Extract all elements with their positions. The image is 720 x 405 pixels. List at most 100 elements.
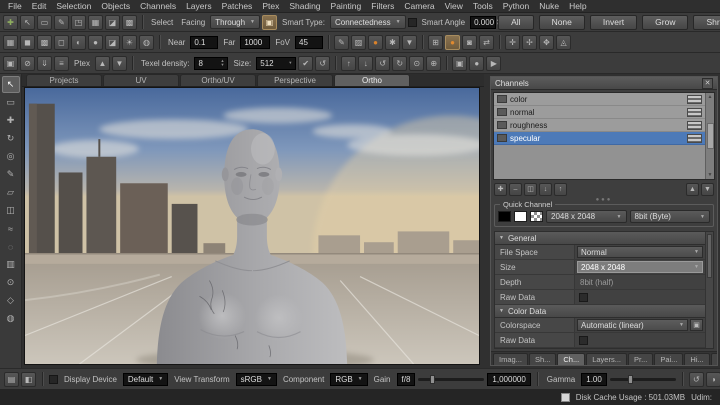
channel-row[interactable]: specular: [494, 132, 705, 145]
menu-item[interactable]: Ptex: [257, 1, 284, 11]
fill-select-icon[interactable]: ▩: [122, 15, 137, 30]
far-input[interactable]: 1000: [240, 36, 270, 49]
play-icon[interactable]: ▶: [486, 56, 501, 71]
display-device-dropdown[interactable]: Default▼: [123, 373, 168, 386]
viewport-tab[interactable]: Ortho: [334, 74, 410, 86]
record-icon[interactable]: ●: [469, 56, 484, 71]
shader-sphere-icon[interactable]: ●: [368, 35, 383, 50]
ptex-increase-icon[interactable]: ▲: [95, 56, 110, 71]
shadows-toggle-icon[interactable]: ◪: [105, 35, 120, 50]
view-transform-dropdown[interactable]: sRGB▼: [236, 373, 277, 386]
channels-panel-header[interactable]: Channels ✕: [491, 77, 717, 90]
size-dropdown[interactable]: 2048 x 2048▼: [577, 261, 703, 273]
group-mask-data[interactable]: ▼ Mask Data: [495, 348, 705, 349]
add-channel-icon[interactable]: ✚: [494, 183, 507, 196]
all-button[interactable]: All: [498, 15, 533, 30]
viewport-tab[interactable]: Projects: [26, 74, 102, 86]
viewport-tab[interactable]: UV: [103, 74, 179, 86]
gamma-input[interactable]: 1.00: [581, 373, 607, 386]
ptex-decrease-icon[interactable]: ▼: [112, 56, 127, 71]
panel-tab[interactable]: Layers...: [586, 353, 627, 365]
panel-tab[interactable]: Imag...: [493, 353, 528, 365]
pan-down-icon[interactable]: ↓: [358, 56, 373, 71]
properties-scrollbar[interactable]: [705, 232, 713, 348]
texel-density-input[interactable]: 8 ▲▼: [194, 57, 228, 70]
smart-type-dropdown[interactable]: Connectedness▼: [330, 15, 406, 29]
select-through-toggle-icon[interactable]: ▣: [262, 15, 277, 30]
smear-tool[interactable]: ≈: [2, 220, 20, 237]
menu-item[interactable]: Patches: [217, 1, 258, 11]
full-lighting-icon[interactable]: ●: [88, 35, 103, 50]
flat-lighting-icon[interactable]: ◻: [54, 35, 69, 50]
remove-channel-icon[interactable]: –: [509, 183, 522, 196]
eraser-tool[interactable]: ▱: [2, 184, 20, 201]
import-channel-icon[interactable]: ↓: [539, 183, 552, 196]
move-channel-up-icon[interactable]: ▲: [686, 183, 699, 196]
menu-item[interactable]: Camera: [399, 1, 439, 11]
menu-item[interactable]: Help: [564, 1, 591, 11]
panel-tab[interactable]: Col...: [711, 353, 717, 365]
channel-row[interactable]: color: [494, 93, 705, 106]
scroll-thumb[interactable]: [707, 123, 714, 149]
zoom-tool[interactable]: ◎: [2, 148, 20, 165]
paint-buffer-icon[interactable]: ▣: [3, 56, 18, 71]
channel-list-scrollbar[interactable]: ▲ ▼: [705, 93, 714, 179]
select-patches-icon[interactable]: ▦: [88, 15, 103, 30]
menu-item[interactable]: Nuke: [534, 1, 564, 11]
invert-button[interactable]: Invert: [590, 15, 637, 30]
raw-data-checkbox[interactable]: [579, 336, 588, 345]
mask-tool[interactable]: ◍: [2, 310, 20, 327]
add-icon[interactable]: ✚: [3, 15, 18, 30]
slider-handle[interactable]: [628, 375, 633, 384]
smart-angle-checkbox[interactable]: [408, 18, 417, 27]
basic-lighting-icon[interactable]: ◐: [71, 35, 86, 50]
gain-slider[interactable]: [418, 378, 484, 381]
size-dropdown[interactable]: 512 ▼: [256, 57, 296, 70]
bake-icon[interactable]: ▼: [402, 35, 417, 50]
move-channel-down-icon[interactable]: ▼: [701, 183, 714, 196]
menu-item[interactable]: Filters: [366, 1, 399, 11]
fstop-field[interactable]: f/8: [397, 373, 416, 386]
3d-viewport[interactable]: [24, 87, 480, 365]
frame-all-icon[interactable]: ⊙: [409, 56, 424, 71]
display-device-checkbox[interactable]: [49, 375, 58, 384]
lut-icon[interactable]: ◧: [21, 372, 36, 387]
focus-selected-icon[interactable]: ⊕: [426, 56, 441, 71]
channel-row[interactable]: roughness: [494, 119, 705, 132]
transparent-swatch[interactable]: [530, 211, 543, 222]
select-faces-icon[interactable]: ◪: [105, 15, 120, 30]
menu-item[interactable]: Tools: [468, 1, 498, 11]
gradient-tool[interactable]: ▥: [2, 256, 20, 273]
colorspace-options-icon[interactable]: ▣: [690, 319, 703, 331]
menu-item[interactable]: Layers: [181, 1, 217, 11]
quick-depth-dropdown[interactable]: 8bit (Byte)▼: [630, 210, 711, 223]
reset-density-icon[interactable]: ↺: [315, 56, 330, 71]
projection-icon[interactable]: ⊞: [428, 35, 443, 50]
scroll-up-icon[interactable]: ▲: [708, 94, 713, 100]
group-general[interactable]: ▼ General: [495, 232, 705, 245]
blur-tool[interactable]: ◌: [2, 238, 20, 255]
menu-item[interactable]: Selection: [51, 1, 96, 11]
apply-density-icon[interactable]: ✔: [298, 56, 313, 71]
component-dropdown[interactable]: RGB▼: [330, 373, 367, 386]
paint-through-icon[interactable]: ▨: [351, 35, 366, 50]
shader-settings-icon[interactable]: ✱: [385, 35, 400, 50]
clear-buffer-icon[interactable]: ⊘: [20, 56, 35, 71]
panel-tab[interactable]: Pr...: [628, 353, 653, 365]
current-shader-icon[interactable]: ●: [445, 35, 460, 50]
select-cursor-icon[interactable]: ↖: [20, 15, 35, 30]
snapshot-icon[interactable]: ▣: [452, 56, 467, 71]
paint-brush-tool[interactable]: ✎: [2, 166, 20, 183]
select-objects-icon[interactable]: ◳: [71, 15, 86, 30]
gamma-slider[interactable]: [610, 378, 676, 381]
mirror-projection-icon[interactable]: ⇄: [479, 35, 494, 50]
viewport-tab[interactable]: Perspective: [257, 74, 333, 86]
facing-dropdown[interactable]: Through▼: [210, 15, 260, 29]
menu-item[interactable]: Channels: [135, 1, 181, 11]
move-icon[interactable]: ✥: [539, 35, 554, 50]
reset-grade-icon[interactable]: ↺: [689, 372, 704, 387]
scroll-thumb[interactable]: [707, 234, 712, 278]
slider-handle[interactable]: [430, 375, 435, 384]
color-colorspace-dropdown[interactable]: Automatic (linear)▼: [577, 319, 688, 331]
lookdev-icon[interactable]: ◍: [139, 35, 154, 50]
